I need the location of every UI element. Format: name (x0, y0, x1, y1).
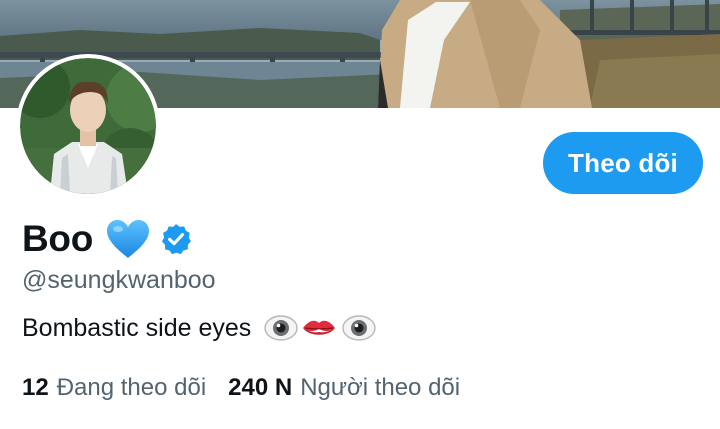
following-label: Đang theo dõi (56, 374, 207, 401)
display-name: Boo (22, 218, 94, 259)
follow-button[interactable]: Theo dõi (543, 132, 703, 194)
eye-emoji-icon (342, 315, 376, 341)
avatar[interactable] (16, 54, 160, 198)
followers-count: 240 N (228, 374, 293, 401)
profile-stats: 12 Đang theo dõi 240 N Người theo dõi (22, 374, 460, 402)
verified-badge-icon[interactable] (159, 222, 193, 256)
username-handle: @seungkwanboo (22, 266, 216, 294)
bio: Bombastic side eyes (22, 311, 377, 345)
lips-emoji-icon (303, 320, 336, 335)
following-count: 12 (22, 374, 49, 401)
followers-label: Người theo dõi (300, 374, 461, 401)
blue-heart-icon (107, 220, 150, 258)
eye-emoji-icon (264, 315, 298, 341)
name-row: Boo (22, 214, 193, 264)
bio-text: Bombastic side eyes (22, 313, 252, 342)
following-stat[interactable]: 12 Đang theo dõi (22, 374, 206, 402)
avatar-image (20, 58, 156, 194)
followers-stat[interactable]: 240 N Người theo dõi (228, 374, 460, 402)
